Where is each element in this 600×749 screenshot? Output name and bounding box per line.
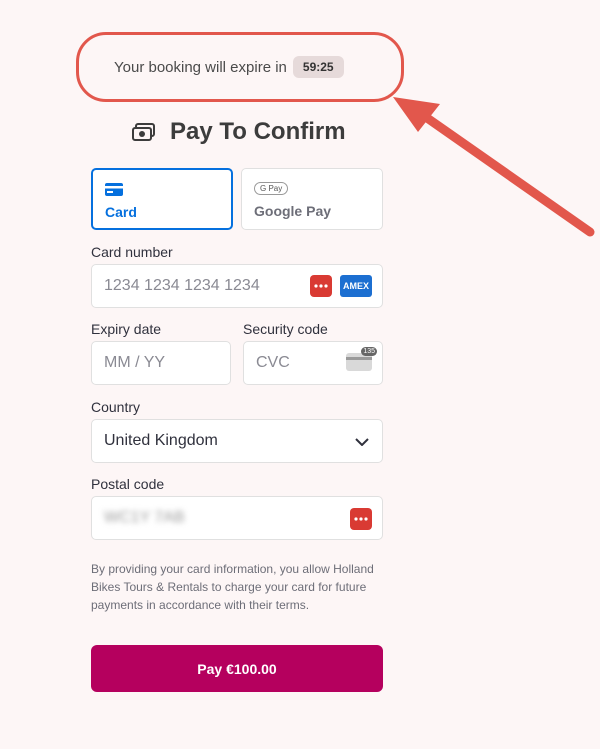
security-code-input[interactable]: CVC 135 <box>243 341 383 385</box>
tab-google-pay[interactable]: G Pay Google Pay <box>241 168 383 230</box>
google-pay-logo-icon: G Pay <box>254 182 289 195</box>
tab-card[interactable]: Card <box>91 168 233 230</box>
card-number-label: Card number <box>91 244 173 260</box>
postal-code-input[interactable]: WC1Y 7AB <box>91 496 383 540</box>
card-number-input[interactable]: 1234 1234 1234 1234 AMEX <box>91 264 383 308</box>
chevron-down-icon <box>355 438 369 446</box>
cvc-card-icons: 135 <box>346 347 377 371</box>
amex-card-icon: AMEX <box>340 275 372 297</box>
cvc-placeholder: CVC <box>256 354 290 371</box>
country-select[interactable]: United Kingdom <box>91 419 383 463</box>
expiry-placeholder: MM / YY <box>104 354 166 371</box>
terms-text: By providing your card information, you … <box>91 562 374 612</box>
postal-code-icons <box>350 508 372 530</box>
card-number-placeholder: 1234 1234 1234 1234 <box>104 277 260 294</box>
cvc-badge-text: 135 <box>361 347 377 356</box>
booking-expiry-timer: Your booking will expire in 59:25 <box>114 56 344 78</box>
security-code-label: Security code <box>243 321 328 337</box>
card-brand-icons: AMEX <box>310 275 372 297</box>
pay-button[interactable]: Pay €100.00 <box>91 645 383 692</box>
page-title: Pay To Confirm <box>132 118 346 146</box>
money-icon <box>132 123 155 141</box>
postal-code-label: Postal code <box>91 476 165 492</box>
gpay-badge-text: G Pay <box>260 184 283 193</box>
credit-card-icon <box>105 183 123 196</box>
expiry-date-label: Expiry date <box>91 321 162 337</box>
countdown-badge: 59:25 <box>292 56 344 78</box>
postal-code-value: WC1Y 7AB <box>104 509 185 526</box>
amex-badge-text: AMEX <box>342 281 369 291</box>
country-label: Country <box>91 399 141 415</box>
tab-google-pay-label: Google Pay <box>254 203 332 219</box>
password-manager-icon[interactable] <box>350 508 372 530</box>
password-manager-icon[interactable] <box>310 275 332 297</box>
country-value: United Kingdom <box>104 432 218 449</box>
tab-card-label: Card <box>105 204 137 220</box>
expiry-text: Your booking will expire in <box>114 58 287 76</box>
title-text: Pay To Confirm <box>170 118 346 145</box>
cvc-card-icon: 135 <box>346 347 377 371</box>
expiry-date-input[interactable]: MM / YY <box>91 341 231 385</box>
